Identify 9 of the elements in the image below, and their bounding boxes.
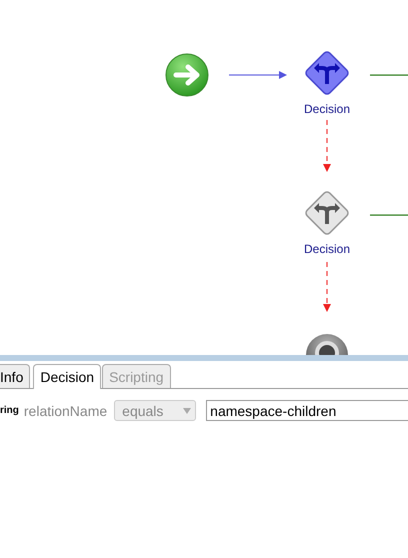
caret-icon: [183, 408, 192, 414]
tab[interactable]: Info: [0, 364, 30, 388]
node-label: Decision: [304, 242, 350, 256]
node-label: Decision: [304, 102, 350, 116]
field-label: relationName: [24, 402, 108, 418]
input-field[interactable]: namespace-children: [206, 400, 408, 421]
start-node-icon[interactable]: [166, 54, 208, 96]
tab[interactable]: Decision: [33, 364, 102, 389]
field-label: ring: [0, 405, 19, 416]
